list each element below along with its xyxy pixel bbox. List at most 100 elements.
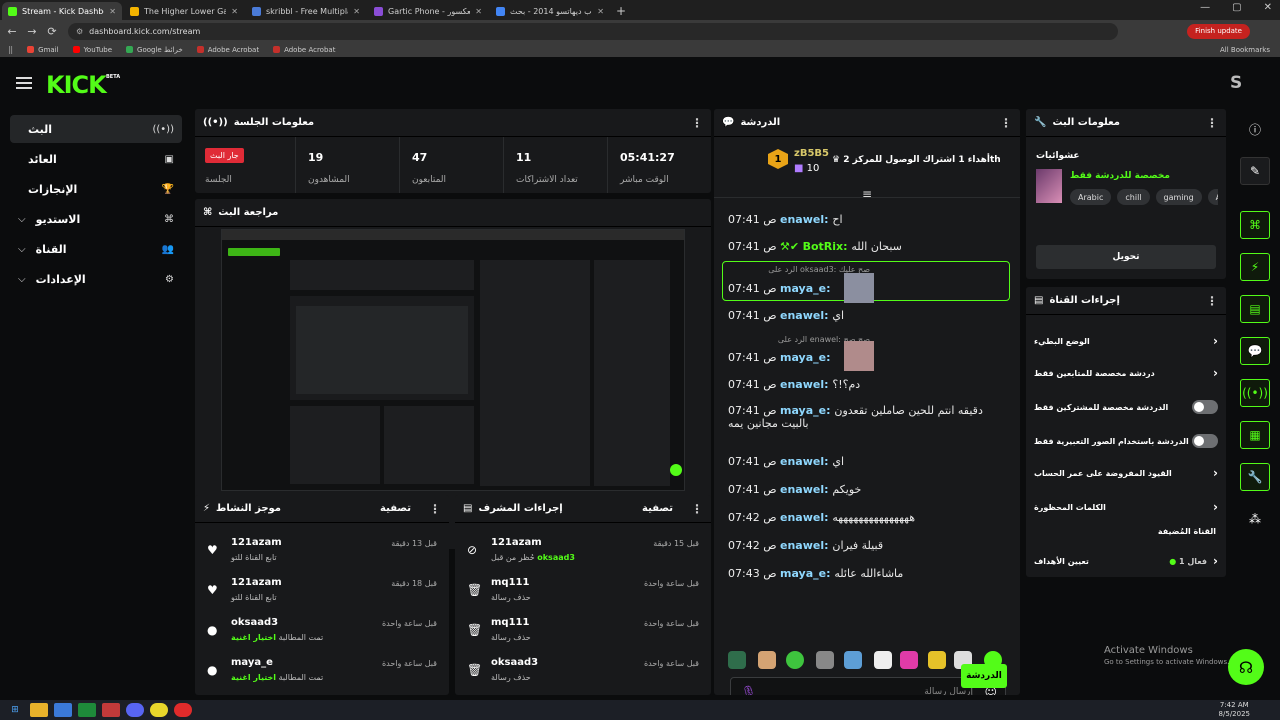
bookmark-item[interactable]: Google خرائط (126, 46, 183, 54)
bookmark-item[interactable]: Adobe Acrobat (196, 46, 259, 54)
stream-tag[interactable]: chill (1117, 189, 1150, 205)
channel-setting-row[interactable]: الدردشة مخصصة للمشتركين فقط (1034, 395, 1218, 419)
support-chat-icon[interactable]: ☊ (1228, 649, 1264, 685)
emote[interactable] (758, 651, 776, 669)
chat-message[interactable]: 07:43 ص maya_e: ماشاءالله عائله (728, 567, 1008, 580)
reload-icon[interactable]: ⟳ (44, 25, 60, 38)
layout-toggle-icon[interactable]: ▦ (1240, 421, 1270, 449)
url-input[interactable]: ⚙ dashboard.kick.com/stream (68, 22, 1118, 40)
chat-username[interactable]: enawel (780, 378, 824, 391)
chat-username[interactable]: enawel (780, 213, 824, 226)
event-user[interactable]: mq111 (491, 577, 529, 588)
collapse-icon[interactable]: ≡ (862, 187, 872, 201)
mod-menu-icon[interactable]: ⋮ (691, 502, 703, 516)
emote[interactable] (928, 651, 946, 669)
emote[interactable] (900, 651, 918, 669)
stream-tag[interactable]: AR (1207, 189, 1218, 205)
bookmark-item[interactable]: YouTube (72, 46, 112, 54)
chat-username[interactable]: maya_e (780, 351, 826, 364)
notes-toggle-icon[interactable]: ▤ (1240, 295, 1270, 323)
tab-close-icon[interactable]: ✕ (353, 7, 360, 16)
list-item[interactable]: 🗑 mq111 حذف رسالة قبل ساعة واحدة (455, 571, 711, 611)
bolt-toggle-icon[interactable]: ⚡ (1240, 253, 1270, 281)
bookmark-item[interactable]: Gmail (27, 46, 59, 54)
broadcast-toggle-icon[interactable]: ((•)) (1240, 379, 1270, 407)
chat-username[interactable]: enawel (780, 511, 824, 524)
chat-message[interactable]: 07:41 ص enawel: اح (728, 213, 1008, 226)
app-icon[interactable] (102, 703, 120, 717)
goals-row[interactable]: تعيين الأهداف ● فعال 1 › (1034, 549, 1218, 573)
emote[interactable] (844, 651, 862, 669)
menu-icon[interactable] (16, 77, 32, 89)
sidebar-item[interactable]: ⌵ الإعدادات ⚙ (10, 265, 182, 293)
tab-close-icon[interactable]: ✕ (597, 7, 604, 16)
back-icon[interactable]: ← (4, 25, 20, 38)
channel-setting-row[interactable]: الوضع البطيء › (1034, 329, 1218, 353)
list-item[interactable]: ♥ 121azam تابع القناة للتو قبل 18 دقيقة (195, 571, 449, 611)
site-info-icon[interactable]: ⚙ (76, 27, 83, 36)
chat-username[interactable]: enawel (780, 309, 824, 322)
chat-message[interactable]: 07:41 ص maya_e: (728, 351, 1008, 364)
file-explorer-icon[interactable] (30, 703, 48, 717)
minimize-icon[interactable]: — (1200, 2, 1210, 13)
activity-filter-button[interactable]: تصفية (380, 503, 411, 514)
setting-toggle[interactable] (1192, 434, 1218, 448)
forward-icon[interactable]: → (24, 25, 40, 38)
wrench-toggle-icon[interactable]: 🔧 (1240, 463, 1270, 491)
session-menu-icon[interactable]: ⋮ (691, 116, 703, 130)
sidebar-item[interactable]: الإنجازات 🏆 (10, 175, 182, 203)
close-icon[interactable]: ✕ (1264, 2, 1272, 13)
chat-username[interactable]: enawel (780, 455, 824, 468)
chat-message[interactable]: 07:42 ص enawel: قبيلة فيران (728, 539, 1008, 552)
stream-preview-video[interactable] (221, 229, 685, 491)
store-icon[interactable] (54, 703, 72, 717)
chat-message[interactable]: 07:41 ص enawel: اي (728, 309, 1008, 322)
sidebar-item[interactable]: العائد ▣ (10, 145, 182, 173)
opera-icon[interactable] (174, 703, 192, 717)
chat-message[interactable]: 07:41 ص enawel: خويكم (728, 483, 1008, 496)
channel-setting-row[interactable]: الكلمات المحظورة › (1034, 495, 1218, 519)
event-user[interactable]: oksaad3 (231, 617, 278, 628)
event-user[interactable]: mq111 (491, 617, 529, 628)
send-chat-button[interactable]: الدردشة (961, 664, 1007, 688)
list-item[interactable]: ♥ 121azam تابع القناة للتو قبل 13 دقيقة (195, 531, 449, 571)
chat-username[interactable]: maya_e (780, 282, 826, 295)
chat-message[interactable]: 07:41 ص maya_e: دقيقه انتم للحين صاملين … (728, 404, 1008, 430)
tab-close-icon[interactable]: ✕ (475, 7, 482, 16)
browser-tab[interactable]: Stream - Kick Dashboard ✕ (2, 2, 122, 20)
list-item[interactable]: ● oksaad3 تمت المطالبة اختيار اغنية قبل ساع… (195, 611, 449, 651)
apps-icon[interactable]: ⣿ (8, 46, 13, 54)
setting-toggle[interactable] (1192, 400, 1218, 414)
list-item[interactable]: 🗑 oksaad3 حذف رسالة قبل ساعة واحدة (455, 651, 711, 691)
channel-setting-row[interactable]: دردشة مخصصة للمتابعين فقط › (1034, 361, 1218, 385)
chat-message[interactable]: 07:41 ص ⚒✔ BotRix: سبحان الله (728, 240, 1008, 253)
info-icon[interactable]: ⓘ (1240, 115, 1270, 143)
browser-tab[interactable]: The Higher Lower Game ✕ (124, 2, 244, 20)
chrome-icon[interactable] (150, 703, 168, 717)
xbox-icon[interactable] (78, 703, 96, 717)
chat-message[interactable]: 07:41 ص enawel: اي (728, 455, 1008, 468)
chat-username[interactable]: maya_e (780, 567, 826, 580)
kick-logo[interactable]: KICK (46, 71, 107, 99)
stream-tag[interactable]: gaming (1155, 189, 1202, 205)
sidebar-item[interactable]: البث ((•)) (10, 115, 182, 143)
chat-message[interactable]: 07:41 ص enawel: دم؟!؟ (728, 378, 1008, 391)
maximize-icon[interactable]: ▢ (1232, 2, 1241, 13)
discord-icon[interactable] (126, 703, 144, 717)
taskbar-clock[interactable]: 7:42 AM 8/5/2025 (1219, 701, 1250, 719)
emote[interactable] (816, 651, 834, 669)
browser-tab[interactable]: skribbl - Free Multiplayer Drawi ✕ (246, 2, 366, 20)
chat-username[interactable]: maya_e (780, 404, 826, 417)
browser-tab[interactable]: Gartic Phone - الهاتف العكسور ✕ (368, 2, 488, 20)
chat-toggle-icon[interactable]: 💬 (1240, 337, 1270, 365)
microphone-icon[interactable]: 🎙 (741, 685, 756, 695)
event-user[interactable]: maya_e (231, 657, 273, 668)
emote[interactable] (874, 651, 892, 669)
new-tab-button[interactable]: + (616, 2, 626, 20)
chat-menu-icon[interactable]: ⋮ (1000, 116, 1012, 130)
event-user[interactable]: 121azam (231, 577, 282, 588)
chat-username[interactable]: enawel (780, 539, 824, 552)
browser-tab[interactable]: ذباب ديهاتسو 2014 - بحث Google ✕ (490, 2, 610, 20)
sidebar-item[interactable]: ⌵ الاستديو ⌘ (10, 205, 182, 233)
chat-username[interactable]: enawel (780, 483, 824, 496)
